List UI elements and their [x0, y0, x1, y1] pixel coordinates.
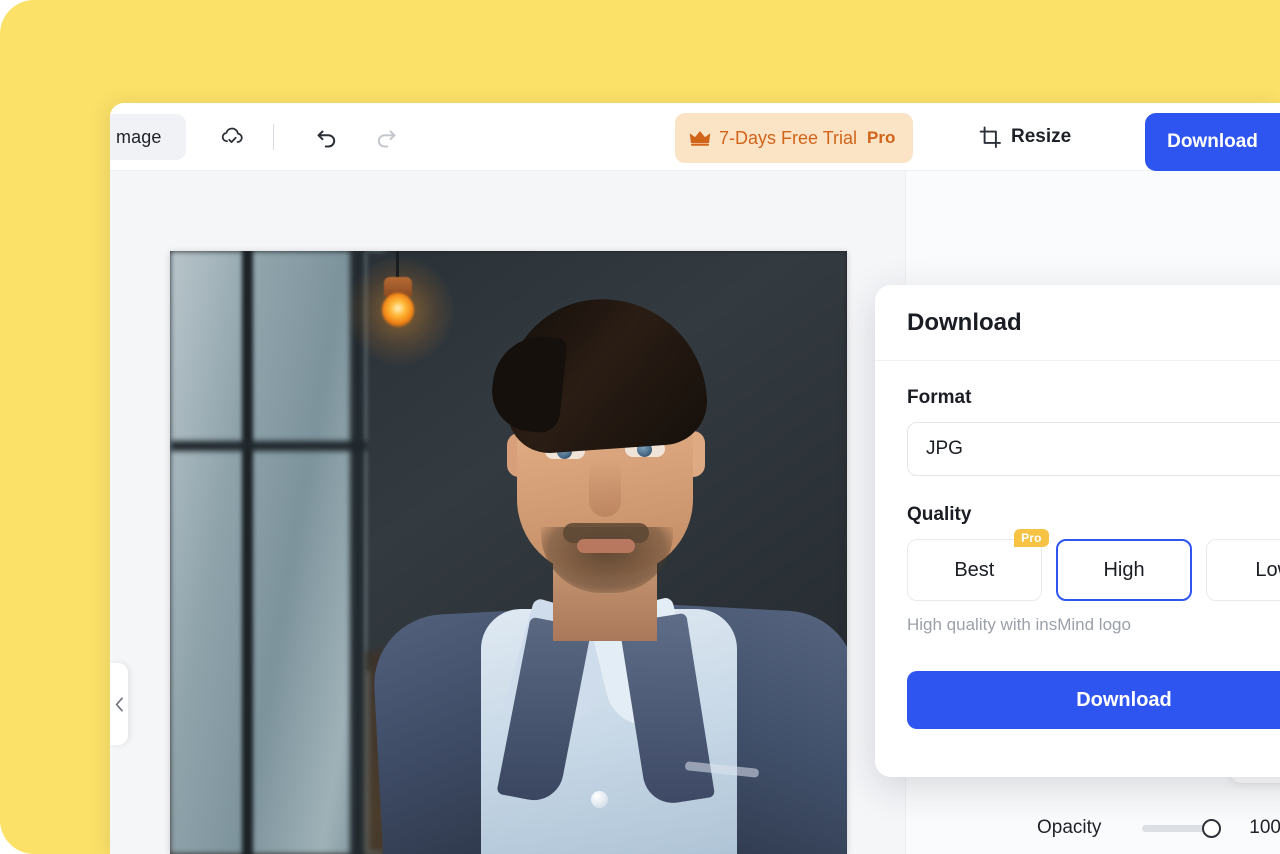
app-window: mage 7-Days Free Trial Pro Resize Downlo…	[110, 103, 1280, 854]
quality-hint: High quality with insMind logo	[907, 615, 1131, 634]
tab-image-label: mage	[116, 126, 162, 147]
chevron-left-icon	[115, 696, 123, 712]
opacity-label: Opacity	[1037, 817, 1102, 838]
pro-badge: Pro	[1014, 529, 1049, 547]
redo-icon[interactable]	[371, 122, 401, 152]
format-label: Format	[907, 387, 972, 408]
quality-option-high[interactable]: High	[1055, 539, 1193, 601]
cloud-check-icon[interactable]	[218, 122, 248, 152]
free-trial-label: 7-Days Free Trial	[719, 127, 858, 148]
toolbar-divider	[273, 124, 274, 150]
dialog-header: Download	[875, 285, 1280, 361]
canvas-image[interactable]	[170, 251, 847, 854]
download-confirm-label: Download	[1076, 688, 1172, 711]
undo-icon[interactable]	[312, 122, 342, 152]
canvas-area	[110, 171, 905, 854]
quality-options: Best Pro High Low	[907, 529, 1280, 601]
opacity-slider-handle[interactable]	[1202, 818, 1222, 838]
screenshot-root: mage 7-Days Free Trial Pro Resize Downlo…	[0, 0, 1280, 854]
format-select-value: JPG	[926, 438, 963, 459]
resize-button[interactable]: Resize	[979, 121, 1071, 153]
quality-option-best-label: Best	[954, 558, 995, 581]
resize-label: Resize	[1011, 126, 1072, 147]
opacity-slider[interactable]	[1142, 818, 1222, 838]
quality-option-best[interactable]: Best Pro	[907, 529, 1049, 601]
free-trial-pro-label: Pro	[867, 128, 896, 147]
quality-label: Quality	[907, 504, 972, 525]
free-trial-button[interactable]: 7-Days Free Trial Pro	[675, 113, 914, 163]
download-dialog: Download Format JPG Quality Best Pro Hig…	[875, 285, 1280, 777]
download-button-toolbar[interactable]: Download	[1145, 113, 1280, 171]
quality-option-low[interactable]: Low	[1206, 539, 1280, 601]
dialog-title: Download	[907, 309, 1022, 336]
download-confirm-button[interactable]: Download	[907, 671, 1280, 729]
dialog-body: Format JPG Quality Best Pro High Lo High…	[875, 361, 1280, 729]
quality-option-high-label: High	[1103, 558, 1145, 581]
crown-icon	[689, 131, 711, 146]
tab-image[interactable]: mage	[110, 114, 186, 160]
quality-option-low-label: Low	[1255, 558, 1280, 581]
top-toolbar: mage 7-Days Free Trial Pro Resize Downlo…	[110, 103, 1280, 171]
crop-icon	[979, 126, 1001, 148]
format-select[interactable]: JPG	[907, 422, 1280, 476]
opacity-value: 100	[1249, 817, 1280, 838]
opacity-control: Opacity 100	[906, 798, 1280, 854]
panel-collapse-toggle[interactable]	[110, 663, 128, 745]
download-button-toolbar-label: Download	[1167, 131, 1258, 152]
